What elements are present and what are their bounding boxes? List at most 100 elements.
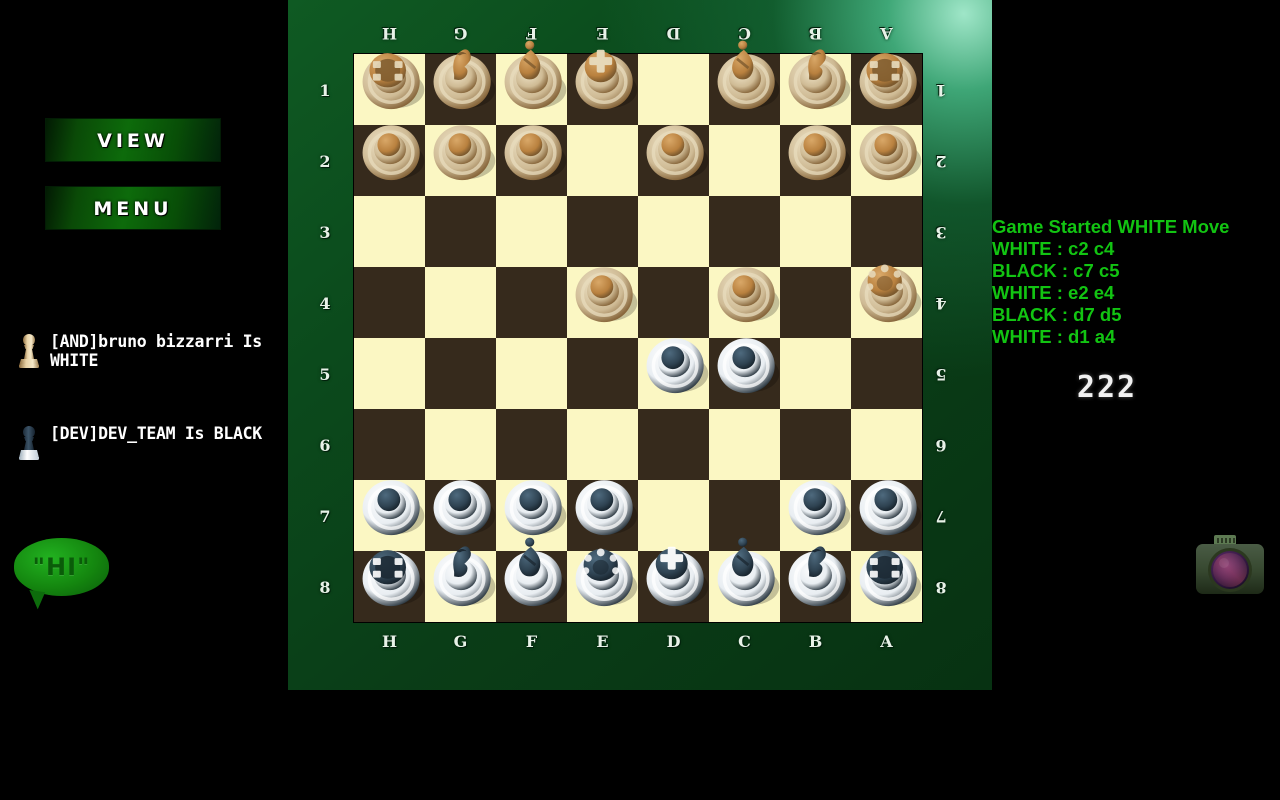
board-square[interactable] <box>638 54 709 125</box>
rank-label-right: 8 <box>935 578 947 597</box>
file-label-top: H <box>381 24 398 43</box>
board-square[interactable] <box>425 551 496 622</box>
rank-label-right: 1 <box>935 81 947 100</box>
board-square[interactable] <box>496 125 567 196</box>
board-square[interactable] <box>354 338 425 409</box>
board-square[interactable] <box>425 54 496 125</box>
board-square[interactable] <box>425 338 496 409</box>
rank-label-left: 1 <box>319 81 331 100</box>
board-square[interactable] <box>709 480 780 551</box>
move-log-line: BLACK : c7 c5 <box>992 260 1120 281</box>
board-square[interactable] <box>496 409 567 480</box>
board-square[interactable] <box>709 267 780 338</box>
board-square[interactable] <box>354 267 425 338</box>
file-label-top: D <box>666 24 681 43</box>
board-square[interactable] <box>780 125 851 196</box>
board-square[interactable] <box>567 338 638 409</box>
chess-board[interactable]: H G F E D C B A H G F E D C B A 1 2 3 4 5 6 7 8 1 2 3 4 5 6 7 8 <box>288 0 992 690</box>
board-square[interactable] <box>354 551 425 622</box>
board-square[interactable] <box>709 551 780 622</box>
board-square[interactable] <box>851 338 922 409</box>
board-square[interactable] <box>567 54 638 125</box>
board-square[interactable] <box>567 480 638 551</box>
player-black-label: [DEV]DEV_TEAM Is BLACK <box>50 424 262 443</box>
board-square[interactable] <box>851 267 922 338</box>
board-square[interactable] <box>638 480 709 551</box>
board-square[interactable] <box>780 409 851 480</box>
board-square[interactable] <box>638 196 709 267</box>
board-square[interactable] <box>638 409 709 480</box>
board-square[interactable] <box>638 125 709 196</box>
file-label-bottom: B <box>808 632 823 651</box>
file-label-bottom: C <box>738 632 751 651</box>
board-square[interactable] <box>851 196 922 267</box>
file-label-bottom: D <box>666 632 681 651</box>
file-label-bottom: E <box>596 632 609 651</box>
left-sidebar: VIEW MENU [AND]bruno bizzarri Is WHITE [… <box>0 0 288 800</box>
board-square[interactable] <box>425 196 496 267</box>
move-log-line: WHITE : e2 e4 <box>992 282 1115 303</box>
board-square[interactable] <box>638 267 709 338</box>
board-square[interactable] <box>354 125 425 196</box>
board-square[interactable] <box>851 125 922 196</box>
board-square[interactable] <box>567 267 638 338</box>
file-label-top: A <box>880 24 893 43</box>
board-square[interactable] <box>638 338 709 409</box>
board-square[interactable] <box>354 480 425 551</box>
rank-label-left: 7 <box>319 507 331 526</box>
board-square[interactable] <box>780 480 851 551</box>
rank-label-left: 2 <box>319 152 331 171</box>
board-square[interactable] <box>496 338 567 409</box>
camera-icon[interactable] <box>1192 528 1268 598</box>
board-square[interactable] <box>851 54 922 125</box>
rank-label-right: 4 <box>935 294 947 313</box>
chat-bubble[interactable]: "HI" <box>14 538 109 596</box>
board-square[interactable] <box>496 480 567 551</box>
board-square[interactable] <box>709 196 780 267</box>
board-square[interactable] <box>709 54 780 125</box>
board-square[interactable] <box>354 196 425 267</box>
menu-button[interactable]: MENU <box>45 186 221 230</box>
board-square[interactable] <box>709 409 780 480</box>
player-black-row: [DEV]DEV_TEAM Is BLACK <box>14 424 288 462</box>
board-grid[interactable] <box>354 54 922 622</box>
move-log-line: WHITE : d1 a4 <box>992 326 1116 347</box>
view-button[interactable]: VIEW <box>45 118 221 162</box>
board-square[interactable] <box>567 196 638 267</box>
board-square[interactable] <box>851 480 922 551</box>
board-square[interactable] <box>354 54 425 125</box>
board-square[interactable] <box>425 480 496 551</box>
board-square[interactable] <box>425 267 496 338</box>
player-white-label: [AND]bruno bizzarri Is WHITE <box>50 332 262 370</box>
board-square[interactable] <box>851 409 922 480</box>
move-log: Game Started WHITE Move WHITE : c2 c4 BLAC… <box>992 216 1280 348</box>
move-log-line: Game Started WHITE Move <box>992 216 1230 237</box>
rank-label-left: 5 <box>319 365 331 384</box>
board-square[interactable] <box>567 551 638 622</box>
board-square[interactable] <box>780 267 851 338</box>
board-square[interactable] <box>638 551 709 622</box>
board-square[interactable] <box>780 196 851 267</box>
board-square[interactable] <box>496 551 567 622</box>
white-pawn-icon <box>14 332 44 370</box>
rank-label-right: 3 <box>935 223 947 242</box>
board-square[interactable] <box>354 409 425 480</box>
board-square[interactable] <box>709 125 780 196</box>
board-square[interactable] <box>496 196 567 267</box>
rank-label-left: 4 <box>319 294 331 313</box>
board-square[interactable] <box>709 338 780 409</box>
file-label-bottom: G <box>453 632 468 651</box>
board-square[interactable] <box>780 551 851 622</box>
board-square[interactable] <box>496 267 567 338</box>
board-square[interactable] <box>780 54 851 125</box>
file-label-top: G <box>453 24 468 43</box>
move-log-line: BLACK : d7 d5 <box>992 304 1122 325</box>
board-square[interactable] <box>780 338 851 409</box>
board-square[interactable] <box>567 125 638 196</box>
board-square[interactable] <box>425 409 496 480</box>
board-square[interactable] <box>425 125 496 196</box>
board-square[interactable] <box>567 409 638 480</box>
board-square[interactable] <box>496 54 567 125</box>
right-sidebar: Game Started WHITE Move WHITE : c2 c4 BLAC… <box>992 0 1280 800</box>
board-square[interactable] <box>851 551 922 622</box>
